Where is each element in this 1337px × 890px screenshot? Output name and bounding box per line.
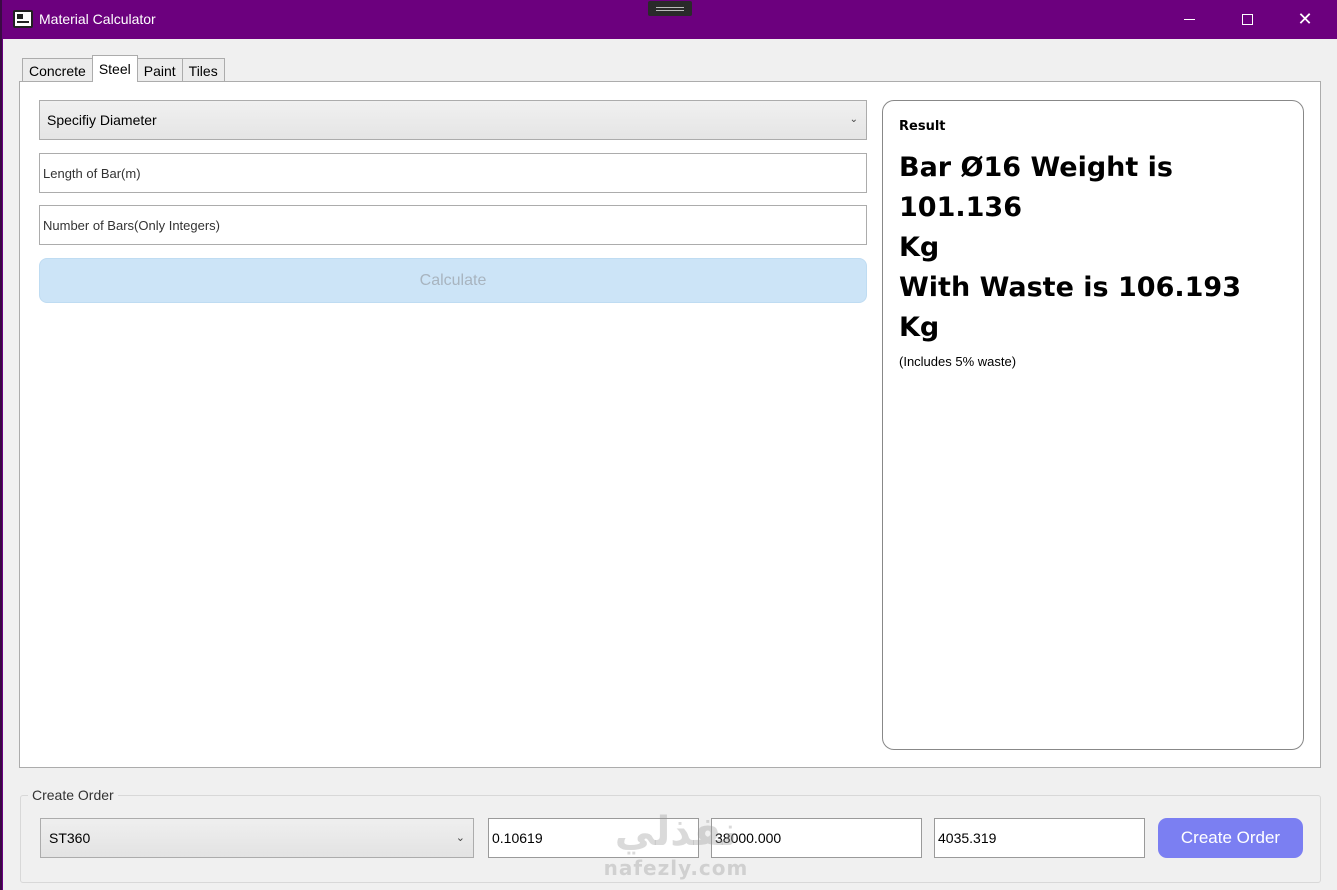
close-button[interactable]: ✕ xyxy=(1276,0,1334,39)
tab-steel[interactable]: Steel xyxy=(91,55,138,82)
tab-tiles[interactable]: Tiles xyxy=(181,58,225,82)
bar-count-input[interactable]: Number of Bars(Only Integers) xyxy=(39,205,867,245)
result-weight: Bar Ø16 Weight is 101.136 xyxy=(899,152,1174,223)
result-with-waste: With Waste is 106.193 Kg xyxy=(899,272,1241,343)
order-weight-field[interactable]: 0.10619 xyxy=(488,818,699,858)
maximize-button[interactable] xyxy=(1218,0,1276,39)
app-icon xyxy=(13,10,33,28)
result-panel: Result Bar Ø16 Weight is 101.136 Kg With… xyxy=(882,100,1304,750)
order-total-field[interactable]: 4035.319 xyxy=(934,818,1145,858)
snap-grip-handle[interactable] xyxy=(648,1,692,16)
steel-tab-panel: Specifiy Diameter ⌄ Length of Bar(m) Num… xyxy=(19,81,1321,768)
tab-concrete[interactable]: Concrete xyxy=(22,58,93,82)
minimize-button[interactable] xyxy=(1160,0,1218,39)
diameter-select-value: Specifiy Diameter xyxy=(47,112,157,128)
create-order-button[interactable]: Create Order xyxy=(1158,818,1303,858)
result-weight-unit: Kg xyxy=(899,232,940,263)
app-window: Material Calculator ✕ Concrete Steel Pai… xyxy=(2,0,1337,890)
diameter-select[interactable]: Specifiy Diameter ⌄ xyxy=(39,100,867,140)
result-label: Result xyxy=(899,119,946,134)
material-grade-select[interactable]: ST360 ⌄ xyxy=(40,818,474,858)
calculate-button[interactable]: Calculate xyxy=(39,258,867,303)
result-note: (Includes 5% waste) xyxy=(899,354,1017,369)
create-order-group: Create Order ST360 ⌄ 0.10619 38000.000 4… xyxy=(20,787,1321,883)
tab-paint[interactable]: Paint xyxy=(136,58,183,82)
close-icon: ✕ xyxy=(1297,8,1313,30)
bar-length-input[interactable]: Length of Bar(m) xyxy=(39,153,867,193)
chevron-down-icon: ⌄ xyxy=(849,114,858,125)
tab-strip: Concrete Steel Paint Tiles xyxy=(22,55,225,82)
minimize-icon xyxy=(1183,19,1195,20)
order-price-field[interactable]: 38000.000 xyxy=(711,818,922,858)
material-grade-value: ST360 xyxy=(49,830,91,846)
window-title: Material Calculator xyxy=(39,11,156,27)
maximize-icon xyxy=(1241,14,1253,25)
title-bar[interactable]: Material Calculator ✕ xyxy=(3,0,1337,39)
chevron-down-icon: ⌄ xyxy=(455,832,465,844)
create-order-legend: Create Order xyxy=(28,787,118,803)
